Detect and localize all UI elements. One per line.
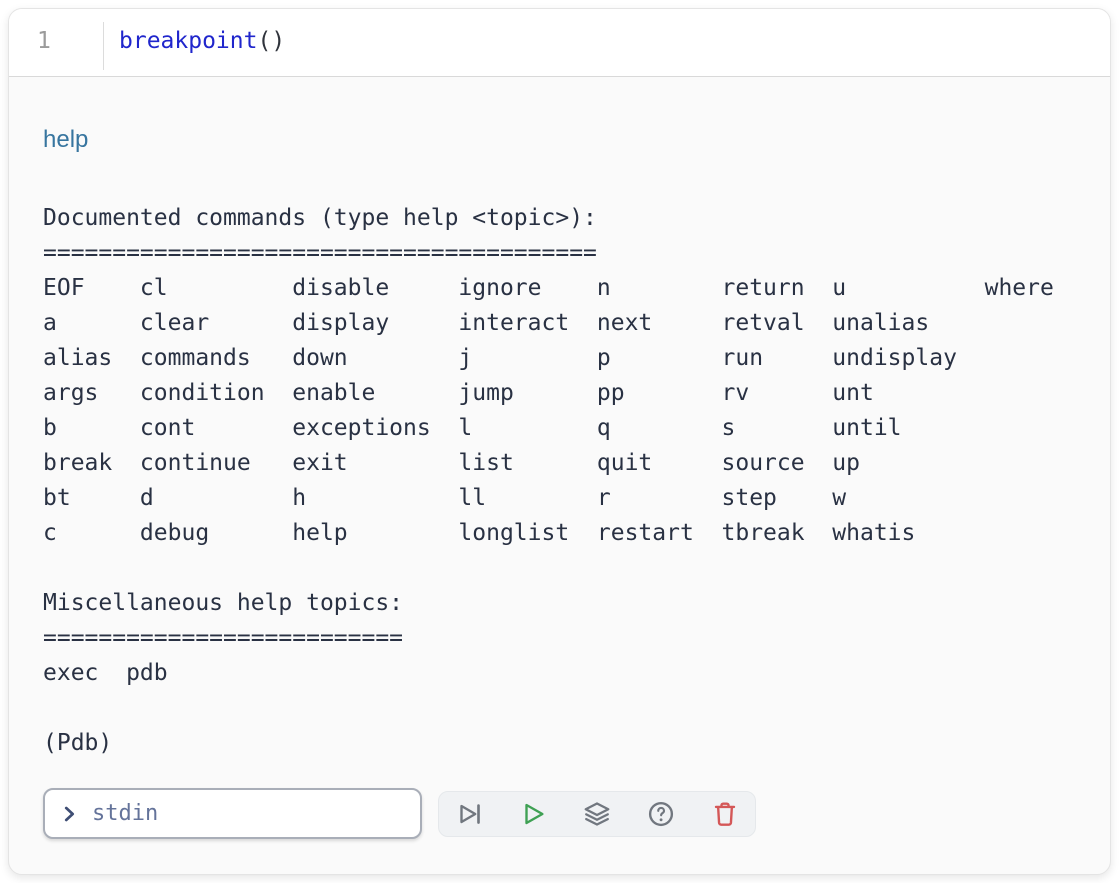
help-button[interactable]	[646, 799, 676, 829]
console-controls	[43, 788, 1076, 839]
code-editor[interactable]: 1 breakpoint()	[9, 9, 1110, 77]
console-output-area: help Documented commands (type help <top…	[9, 77, 1110, 839]
console-toolbar	[438, 791, 756, 837]
editor-gutter: 1	[9, 9, 104, 76]
layers-icon	[582, 799, 612, 829]
pdb-help-output: Documented commands (type help <topic>):…	[43, 201, 1076, 761]
stdin-echo-text: help	[43, 125, 1076, 155]
skip-forward-icon	[454, 799, 484, 829]
step-forward-button[interactable]	[454, 799, 484, 829]
line-number: 1	[9, 9, 104, 74]
code-line[interactable]: breakpoint()	[104, 9, 285, 76]
code-token-builtin: breakpoint	[119, 28, 257, 54]
delete-button[interactable]	[710, 799, 740, 829]
help-circle-icon	[646, 799, 676, 829]
code-token-punctuation: ()	[257, 28, 285, 54]
trash-icon	[710, 799, 740, 829]
stdin-input[interactable]	[90, 800, 394, 827]
chevron-right-icon	[58, 803, 80, 825]
python-console-panel: 1 breakpoint() help Documented commands …	[8, 8, 1111, 875]
run-button[interactable]	[518, 799, 548, 829]
layers-button[interactable]	[582, 799, 612, 829]
play-icon	[518, 799, 548, 829]
stdin-input-box[interactable]	[43, 788, 422, 839]
